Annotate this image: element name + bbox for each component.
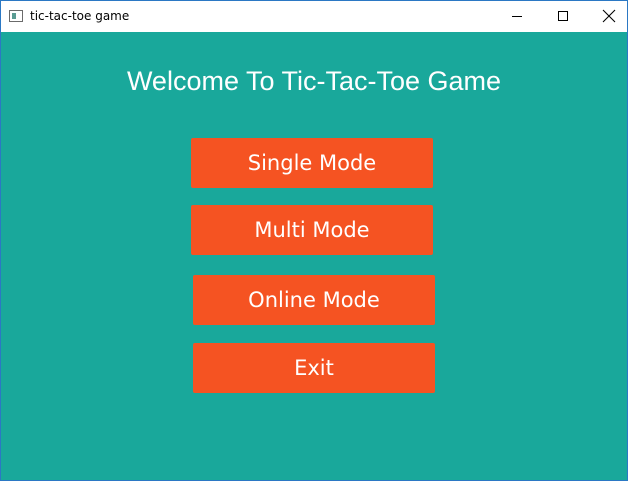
main-panel: Welcome To Tic-Tac-Toe Game Single Mode … (1, 32, 627, 480)
minimize-icon (512, 16, 522, 17)
single-mode-button[interactable]: Single Mode (191, 138, 433, 188)
app-window: tic-tac-toe game Welcome To Tic-Tac-Toe … (0, 0, 628, 481)
welcome-heading: Welcome To Tic-Tac-Toe Game (126, 66, 502, 96)
title-bar[interactable]: tic-tac-toe game (1, 1, 627, 32)
minimize-button[interactable] (494, 1, 540, 32)
app-window-icon (9, 10, 23, 22)
window-title: tic-tac-toe game (30, 9, 130, 23)
exit-button[interactable]: Exit (193, 343, 435, 393)
multi-mode-button[interactable]: Multi Mode (191, 205, 433, 255)
maximize-icon (558, 11, 568, 21)
maximize-button[interactable] (540, 1, 586, 32)
online-mode-button[interactable]: Online Mode (193, 275, 435, 325)
close-button[interactable] (586, 1, 627, 32)
close-icon (602, 9, 616, 23)
